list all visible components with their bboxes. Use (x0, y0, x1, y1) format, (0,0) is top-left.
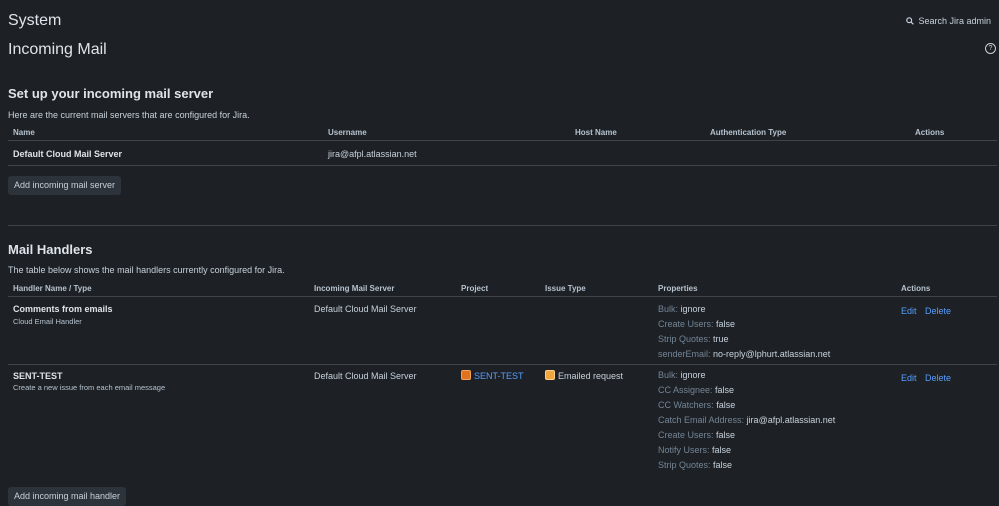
search-jira-admin[interactable]: Search Jira admin (906, 16, 991, 26)
col-project: Project (461, 284, 489, 293)
col-host-name: Host Name (575, 128, 617, 137)
property-row: Create Users: false (658, 317, 830, 332)
property-row: Create Users: false (658, 428, 835, 443)
search-icon (906, 17, 915, 25)
mail-server-username: jira@afpl.atlassian.net (328, 149, 417, 159)
table-row-divider (8, 165, 997, 166)
property-value: false (715, 385, 735, 395)
edit-handler-link[interactable]: Edit (901, 373, 917, 383)
property-row: senderEmail: no-reply@lphurt.atlassian.n… (658, 347, 830, 362)
handler-project[interactable]: SENT-TEST (461, 370, 524, 381)
property-row: Bulk: ignore (658, 302, 830, 317)
property-key: CC Assignee: (658, 385, 713, 395)
col-properties: Properties (658, 284, 698, 293)
section-divider (8, 225, 997, 226)
handler-mail-server: Default Cloud Mail Server (314, 304, 417, 314)
handler-properties: Bulk: ignore CC Assignee: false CC Watch… (658, 368, 835, 473)
system-title: System (8, 12, 62, 29)
issue-type-label: Emailed request (558, 371, 624, 381)
property-value: ignore (680, 304, 706, 314)
page-title: Incoming Mail (8, 41, 107, 58)
property-value: false (712, 445, 732, 455)
handlers-header-divider (8, 296, 997, 297)
col-incoming-mail-server: Incoming Mail Server (314, 284, 395, 293)
property-key: Catch Email Address: (658, 415, 745, 425)
handler-name: Comments from emails (13, 304, 113, 314)
property-value: false (713, 460, 733, 470)
edit-handler-link[interactable]: Edit (901, 306, 917, 316)
property-key: Create Users: (658, 319, 714, 329)
property-key: Strip Quotes: (658, 334, 711, 344)
property-value: no-reply@lphurt.atlassian.net (713, 349, 831, 359)
delete-handler-link[interactable]: Delete (925, 373, 951, 383)
property-value: true (713, 334, 729, 344)
col-name: Name (13, 128, 35, 137)
col-username: Username (328, 128, 367, 137)
col-issue-type: Issue Type (545, 284, 586, 293)
mail-server-description: Here are the current mail servers that a… (8, 110, 250, 120)
col-handler-actions: Actions (901, 284, 931, 293)
add-incoming-mail-server-button[interactable]: Add incoming mail server (8, 176, 122, 195)
col-handler-name-type: Handler Name / Type (13, 284, 92, 293)
project-link[interactable]: SENT-TEST (474, 371, 524, 381)
property-row: Strip Quotes: false (658, 458, 835, 473)
handler-name: SENT-TEST (13, 371, 63, 381)
add-incoming-mail-handler-button[interactable]: Add incoming mail handler (8, 487, 127, 506)
property-key: CC Watchers: (658, 400, 714, 410)
emailed-request-icon (545, 370, 555, 380)
property-value: false (716, 430, 736, 440)
property-row: Catch Email Address: jira@afpl.atlassian… (658, 413, 835, 428)
property-row: CC Assignee: false (658, 383, 835, 398)
mail-server-section-title: Set up your incoming mail server (8, 86, 214, 101)
handler-type: Cloud Email Handler (13, 317, 82, 326)
col-authentication-type: Authentication Type (710, 128, 787, 137)
search-label: Search Jira admin (918, 16, 991, 26)
handler-properties: Bulk: ignore Create Users: false Strip Q… (658, 302, 830, 362)
handler-type: Create a new issue from each email messa… (13, 383, 166, 392)
property-row: Notify Users: false (658, 443, 835, 458)
col-actions: Actions (915, 128, 945, 137)
property-key: Create Users: (658, 430, 714, 440)
property-value: false (716, 319, 736, 329)
property-key: Strip Quotes: (658, 460, 711, 470)
property-row: Bulk: ignore (658, 368, 835, 383)
property-value: jira@afpl.atlassian.net (746, 415, 836, 425)
property-row: CC Watchers: false (658, 398, 835, 413)
mail-handlers-description: The table below shows the mail handlers … (8, 265, 285, 275)
table-header-divider (8, 140, 997, 141)
mail-handlers-title: Mail Handlers (8, 242, 93, 257)
property-row: Strip Quotes: true (658, 332, 830, 347)
property-value: false (716, 400, 736, 410)
property-key: Notify Users: (658, 445, 710, 455)
delete-handler-link[interactable]: Delete (925, 306, 951, 316)
handlers-row-divider (8, 364, 997, 365)
handler-mail-server: Default Cloud Mail Server (314, 371, 417, 381)
property-value: ignore (680, 370, 706, 380)
project-avatar-icon (461, 370, 471, 380)
property-key: Bulk: (658, 370, 679, 380)
handler-issue-type: Emailed request (545, 370, 623, 381)
question-circle-icon[interactable]: ? (985, 43, 996, 54)
mail-server-name: Default Cloud Mail Server (13, 149, 123, 159)
property-key: Bulk: (658, 304, 679, 314)
property-key: senderEmail: (658, 349, 711, 359)
